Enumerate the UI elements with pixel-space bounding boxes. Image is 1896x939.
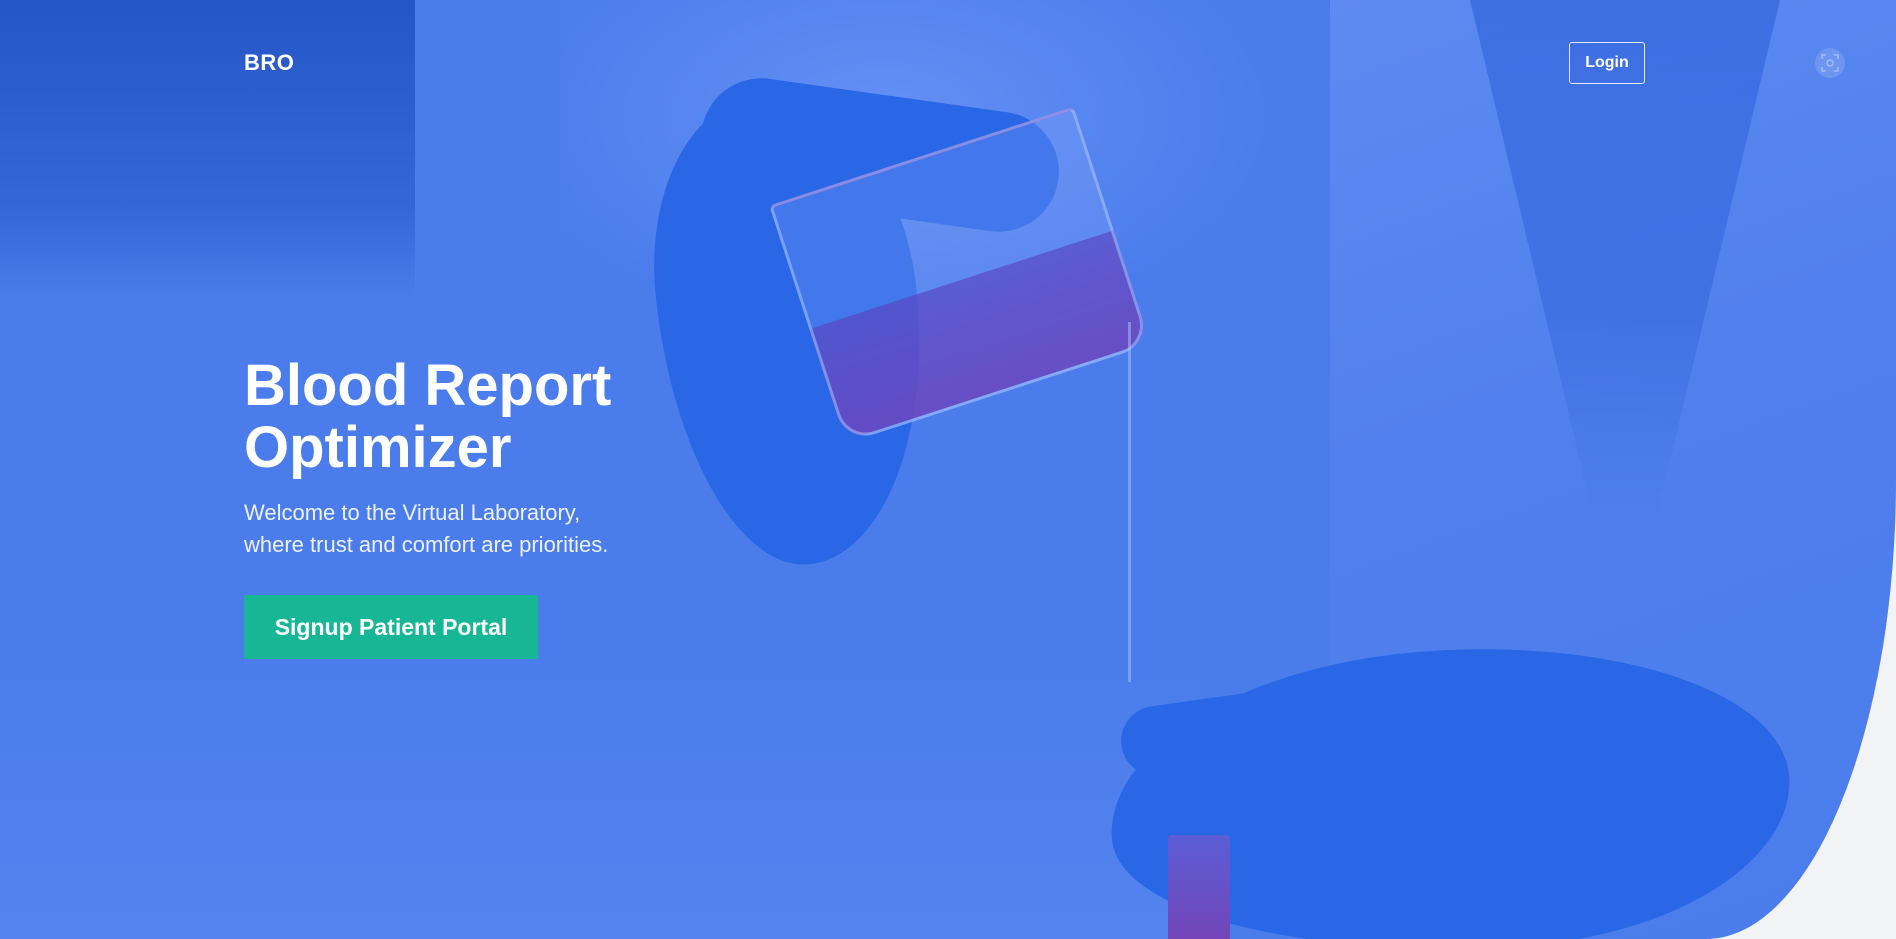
hero-subtitle-line1: Welcome to the Virtual Laboratory, [244,500,581,525]
test-tube [1168,835,1230,939]
hero-content: Blood Report Optimizer Welcome to the Vi… [244,355,944,659]
pour-stream [1128,322,1131,682]
scan-icon-glyph [1821,54,1839,72]
brand-logo[interactable]: BRO [244,50,294,76]
page-title-line2: Optimizer [244,415,512,480]
scan-icon[interactable] [1815,48,1845,78]
hero-subtitle-line2: where trust and comfort are priorities. [244,532,609,557]
page-title-line1: Blood Report [244,353,612,418]
signup-patient-portal-button[interactable]: Signup Patient Portal [244,595,538,659]
hero-subtitle: Welcome to the Virtual Laboratory, where… [244,497,944,561]
page-title: Blood Report Optimizer [244,355,944,479]
top-navbar: BRO Login [0,0,1896,120]
login-button[interactable]: Login [1569,42,1645,84]
hero-section: BRO Login Blood Report Optimizer Welcome… [0,0,1896,939]
lab-bench [0,660,1200,939]
